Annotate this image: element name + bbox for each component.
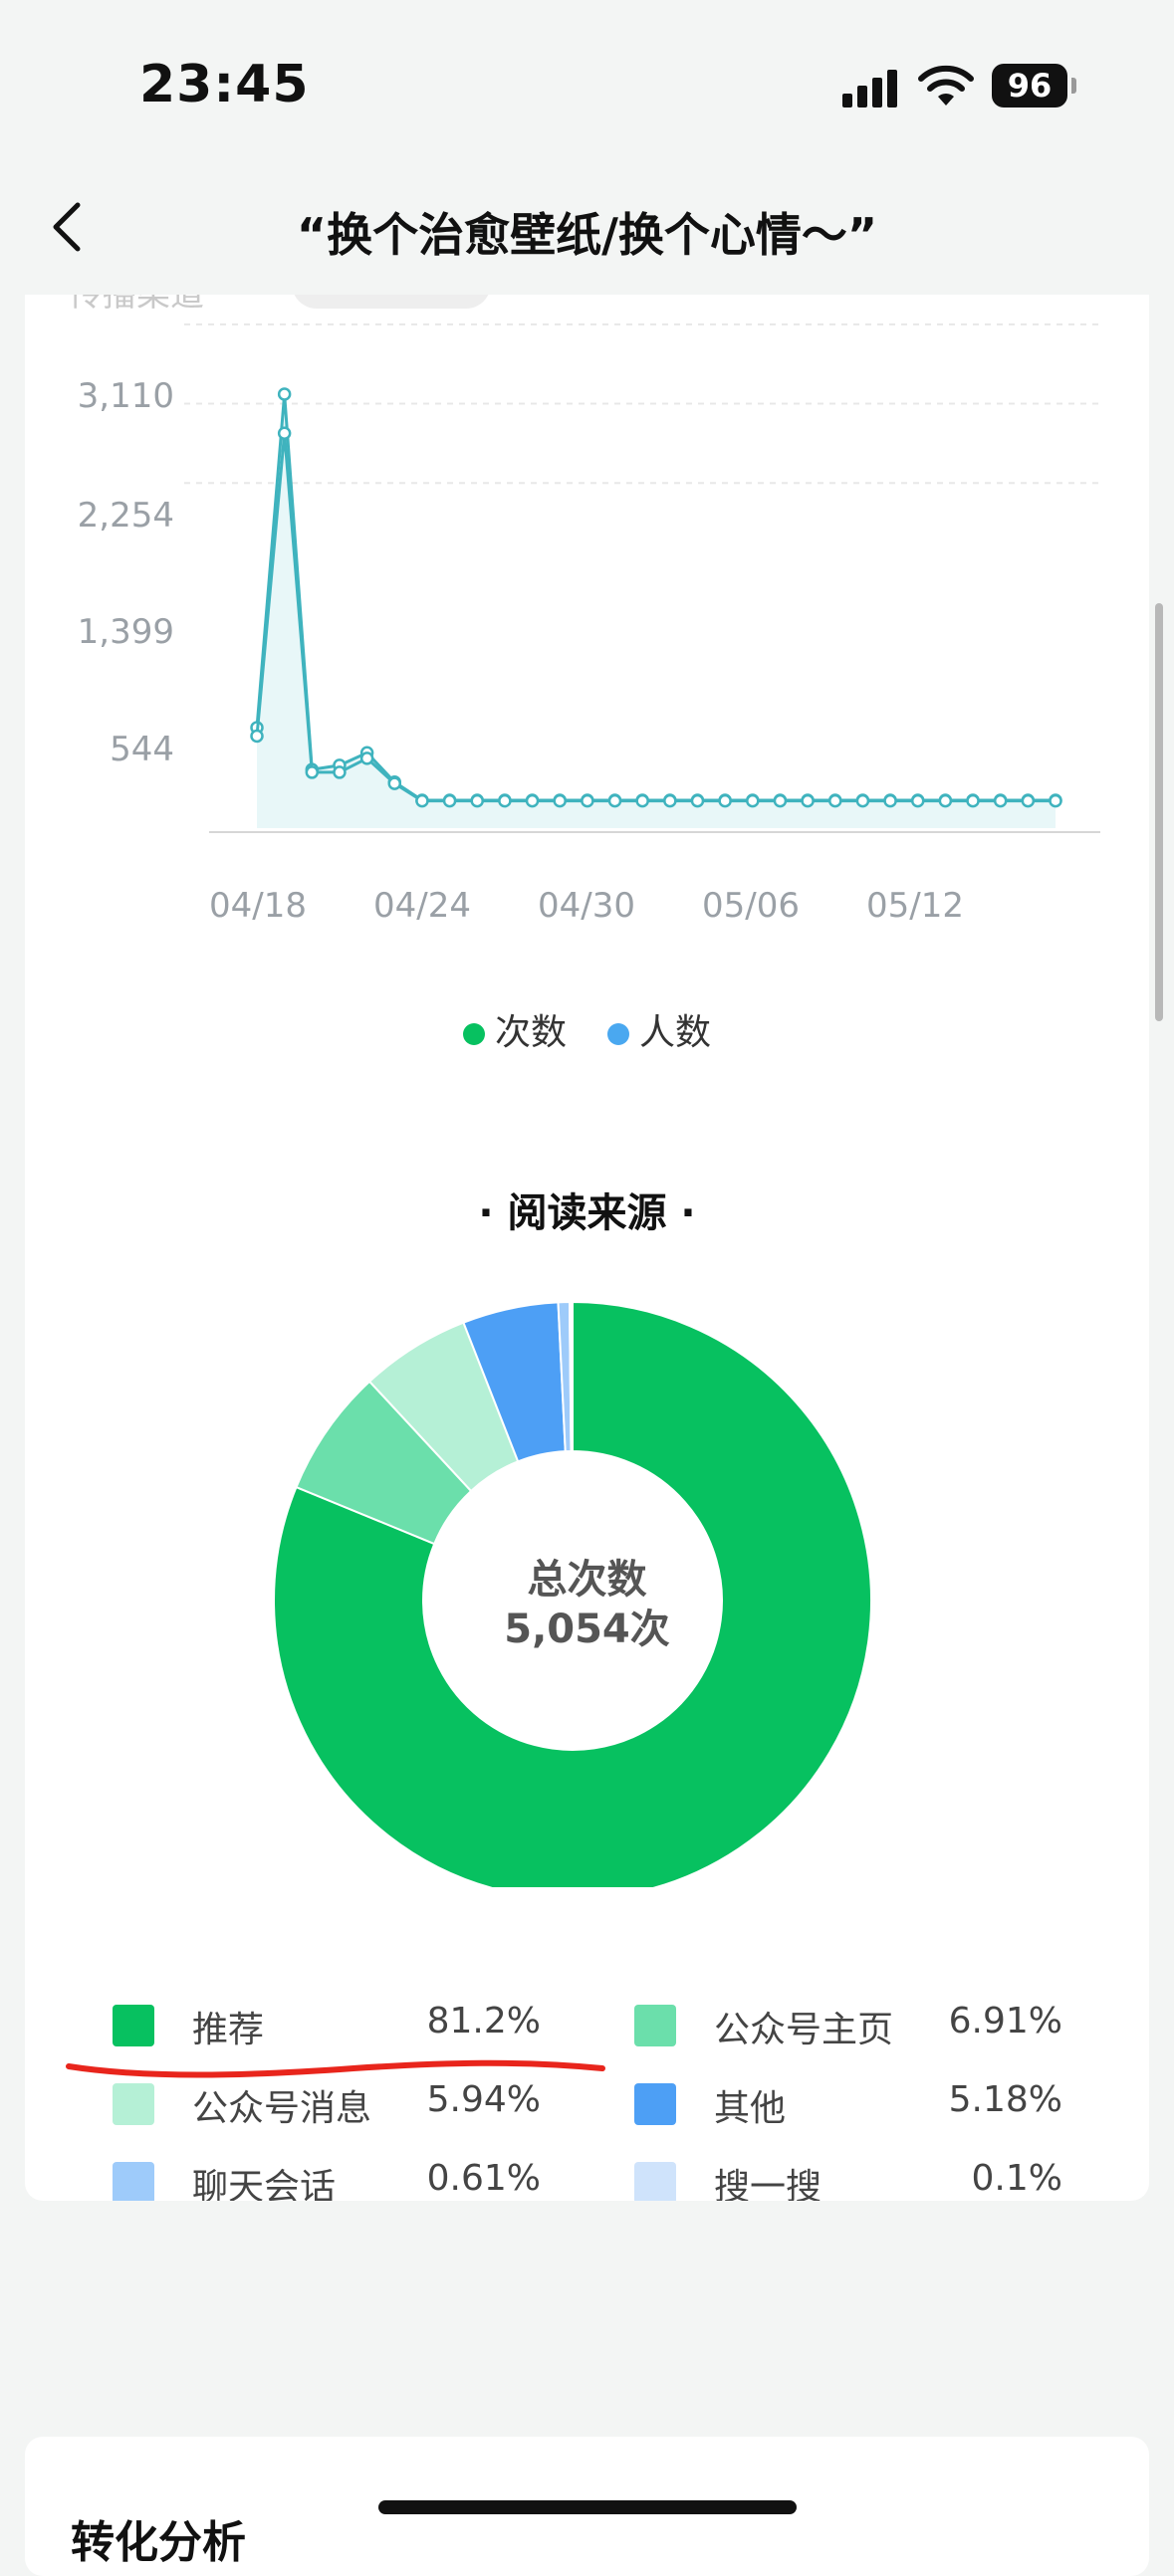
donut-slice [570, 1300, 574, 1453]
source-swatch [634, 2083, 676, 2125]
source-percent: 0.1% [971, 2158, 1062, 2199]
source-name: 聊天会话 [192, 2167, 337, 2201]
stats-card: 传播渠道 ... 3,1102,2541,399544 04/1804/2404… [25, 295, 1149, 2201]
source-percent: 0.61% [426, 2158, 541, 2199]
source-name: 公众号消息 [192, 2088, 372, 2129]
nav-bar: “换个治愈壁纸/换个心情～” [0, 169, 1174, 294]
source-legend-item[interactable]: 搜一搜 0.1% [634, 2156, 1062, 2201]
status-time: 23:45 [139, 55, 310, 114]
donut-center-value: 5,054次 [504, 1607, 670, 1652]
source-percent: 5.18% [948, 2079, 1062, 2120]
source-name: 推荐 [192, 2010, 265, 2050]
source-percent: 6.91% [948, 2001, 1062, 2041]
source-percent: 81.2% [426, 2001, 541, 2041]
wifi-icon [918, 65, 974, 106]
source-swatch [113, 2162, 154, 2201]
scrollbar[interactable] [1155, 603, 1163, 1021]
source-name: 搜一搜 [714, 2167, 822, 2201]
status-bar: 23:45 96 [0, 0, 1174, 169]
source-swatch [634, 2162, 676, 2201]
source-name: 其他 [714, 2088, 787, 2129]
source-legend-item[interactable]: 公众号主页 6.91% [634, 1999, 1062, 2050]
source-name: 公众号主页 [714, 2010, 894, 2050]
source-legend-item[interactable]: 其他 5.18% [634, 2077, 1062, 2129]
source-legend-item[interactable]: 聊天会话 0.61% [113, 2156, 541, 2201]
source-swatch [634, 2005, 676, 2046]
source-legend-item[interactable]: 推荐 81.2% [113, 1999, 541, 2050]
source-swatch [113, 2083, 154, 2125]
page-title: “换个治愈壁纸/换个心情～” [296, 208, 878, 262]
back-icon[interactable] [40, 197, 100, 257]
battery-tip [1071, 78, 1076, 94]
source-legend-item[interactable]: 公众号消息 5.94% [113, 2077, 541, 2129]
conversion-title: 转化分析 [71, 2517, 246, 2568]
battery-indicator: 96 [992, 64, 1067, 107]
cellular-signal-icon [842, 70, 900, 107]
home-indicator[interactable] [378, 2500, 797, 2514]
source-percent: 5.94% [426, 2079, 541, 2120]
source-swatch [113, 2005, 154, 2046]
